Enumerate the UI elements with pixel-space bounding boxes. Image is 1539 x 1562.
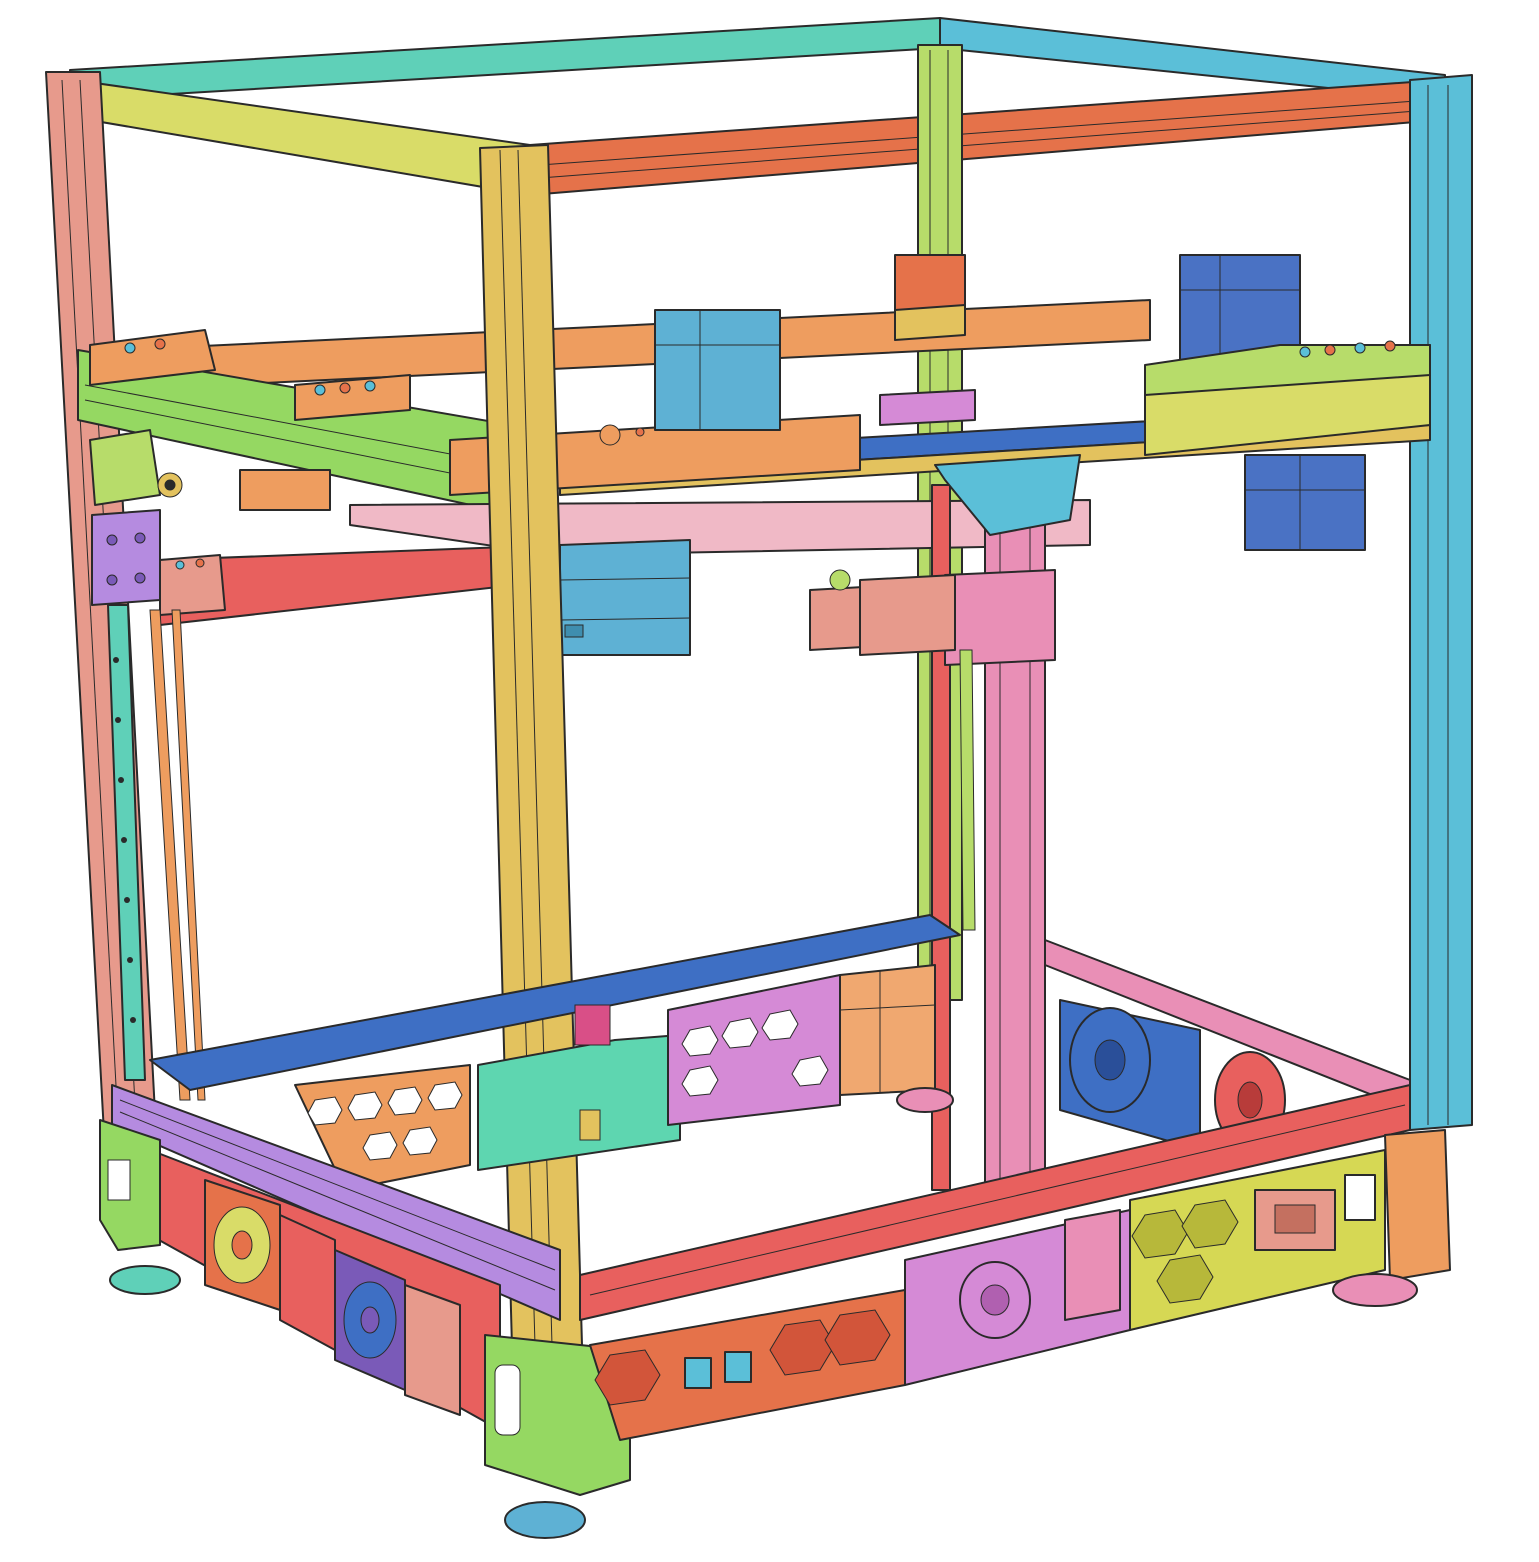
stepper-motor-front-left [559,539,691,656]
gantry-back-extrusion [119,299,1151,391]
right-rear-post [1409,74,1473,1131]
stepper-motor-top-left [654,309,781,431]
front-usb-port-2 [724,1351,752,1383]
foot-right [1332,1273,1418,1307]
z-top-bracket [879,389,976,426]
left-skirt-rear-panel [404,1284,461,1416]
xy-joint-block [239,469,331,511]
left-skirt-honeycomb [279,1214,336,1351]
z-rail-back-holes [959,649,976,931]
foot-front [504,1501,586,1539]
stepper-motor-bottom [839,964,936,1096]
left-lower-bracket [159,554,226,616]
power-switch [1344,1174,1376,1221]
rear-foot [896,1087,954,1113]
printer-model-svg [45,17,1473,1539]
pcb-connector [574,1004,611,1046]
cad-render-viewport [0,0,1539,1562]
idler-screw [124,342,136,354]
front-pink-recess [1064,1209,1121,1321]
left-upper-bracket [89,429,161,506]
foot-left [109,1265,181,1295]
front-right-corner-block [1384,1129,1451,1281]
top-front-extrusion [529,79,1441,196]
top-back-extrusion [69,17,941,101]
stepper-motor-right-lower [1244,454,1366,551]
toolhead-fan-shroud [859,574,956,656]
top-left-extrusion [59,77,531,196]
left-z-bracket-purple [91,509,161,606]
front-usb-port-1 [684,1357,712,1389]
